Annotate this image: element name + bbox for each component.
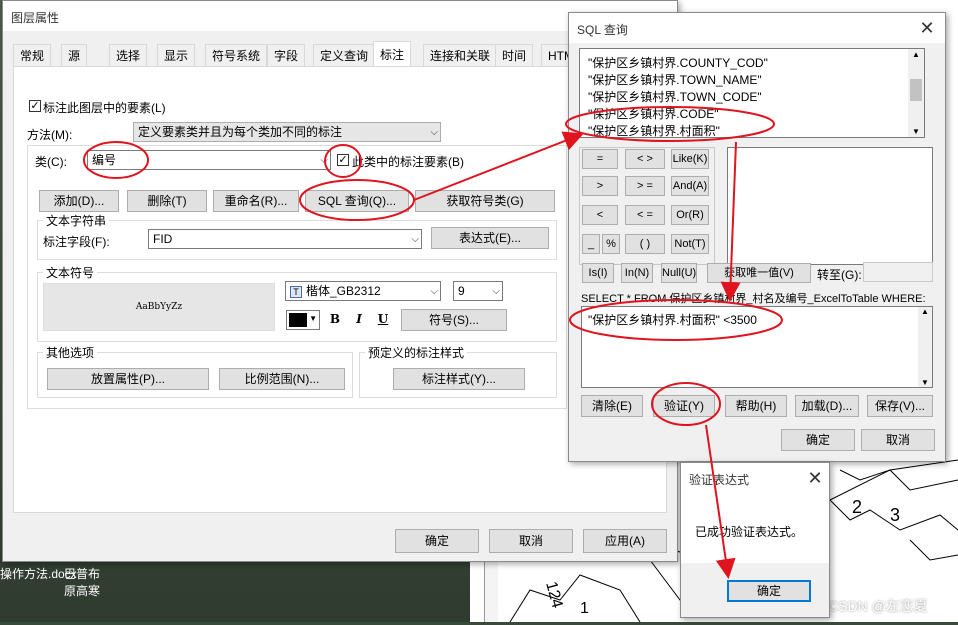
- annotation-target: [724, 572, 812, 608]
- annotation-circle: [569, 299, 783, 341]
- annotation-arrow: [705, 424, 736, 579]
- annotation-arrow: [720, 141, 741, 302]
- annotation-circle: [324, 144, 362, 178]
- annotation-circle: [83, 141, 149, 179]
- annotation-arrow: [413, 131, 584, 201]
- annotation-circle: [651, 382, 721, 426]
- annotation-circle: [299, 179, 415, 221]
- annotation-overlay: [83, 106, 812, 608]
- annotation-circle: [565, 106, 775, 142]
